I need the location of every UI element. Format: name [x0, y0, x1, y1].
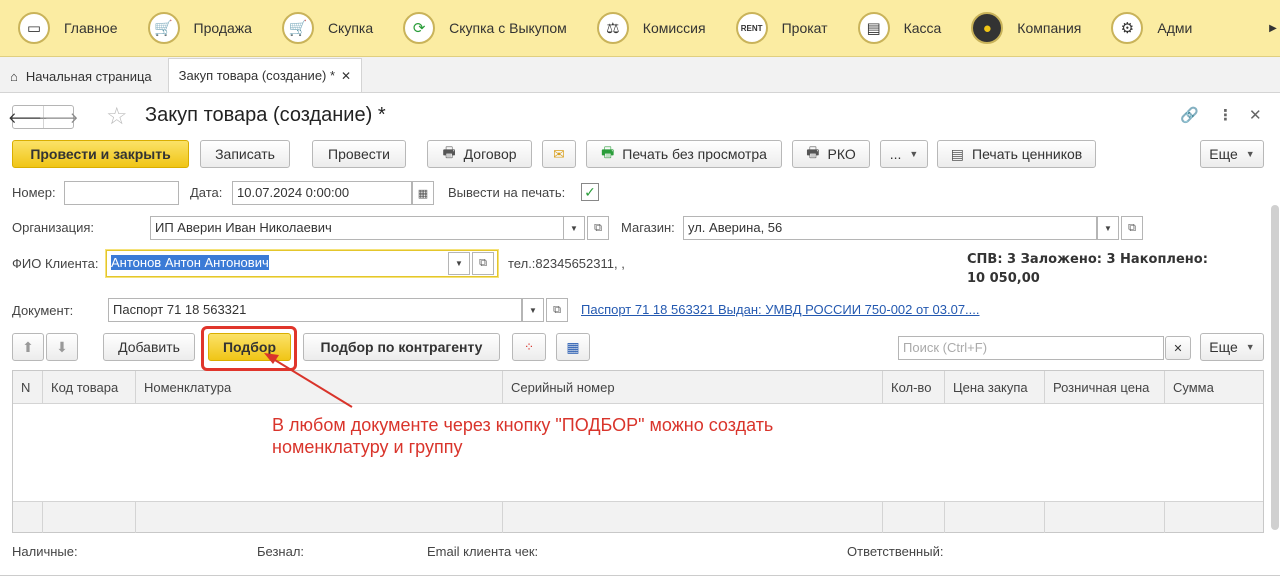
cash-label: Наличные:: [12, 544, 78, 559]
annotation-text: В любом документе через кнопку "ПОДБОР" …: [272, 414, 773, 458]
annotation-line2: номенклатуру и группу: [272, 437, 463, 457]
noncash-label: Безнал:: [257, 544, 305, 559]
vertical-scrollbar[interactable]: [1271, 205, 1279, 530]
annotation-line1: В любом документе через кнопку "ПОДБОР" …: [272, 415, 774, 435]
divider: [0, 575, 1280, 576]
responsible-label: Ответственный:: [847, 544, 944, 559]
annotation-arrow: [264, 353, 353, 408]
client-email-label: Email клиента чек:: [427, 544, 539, 559]
